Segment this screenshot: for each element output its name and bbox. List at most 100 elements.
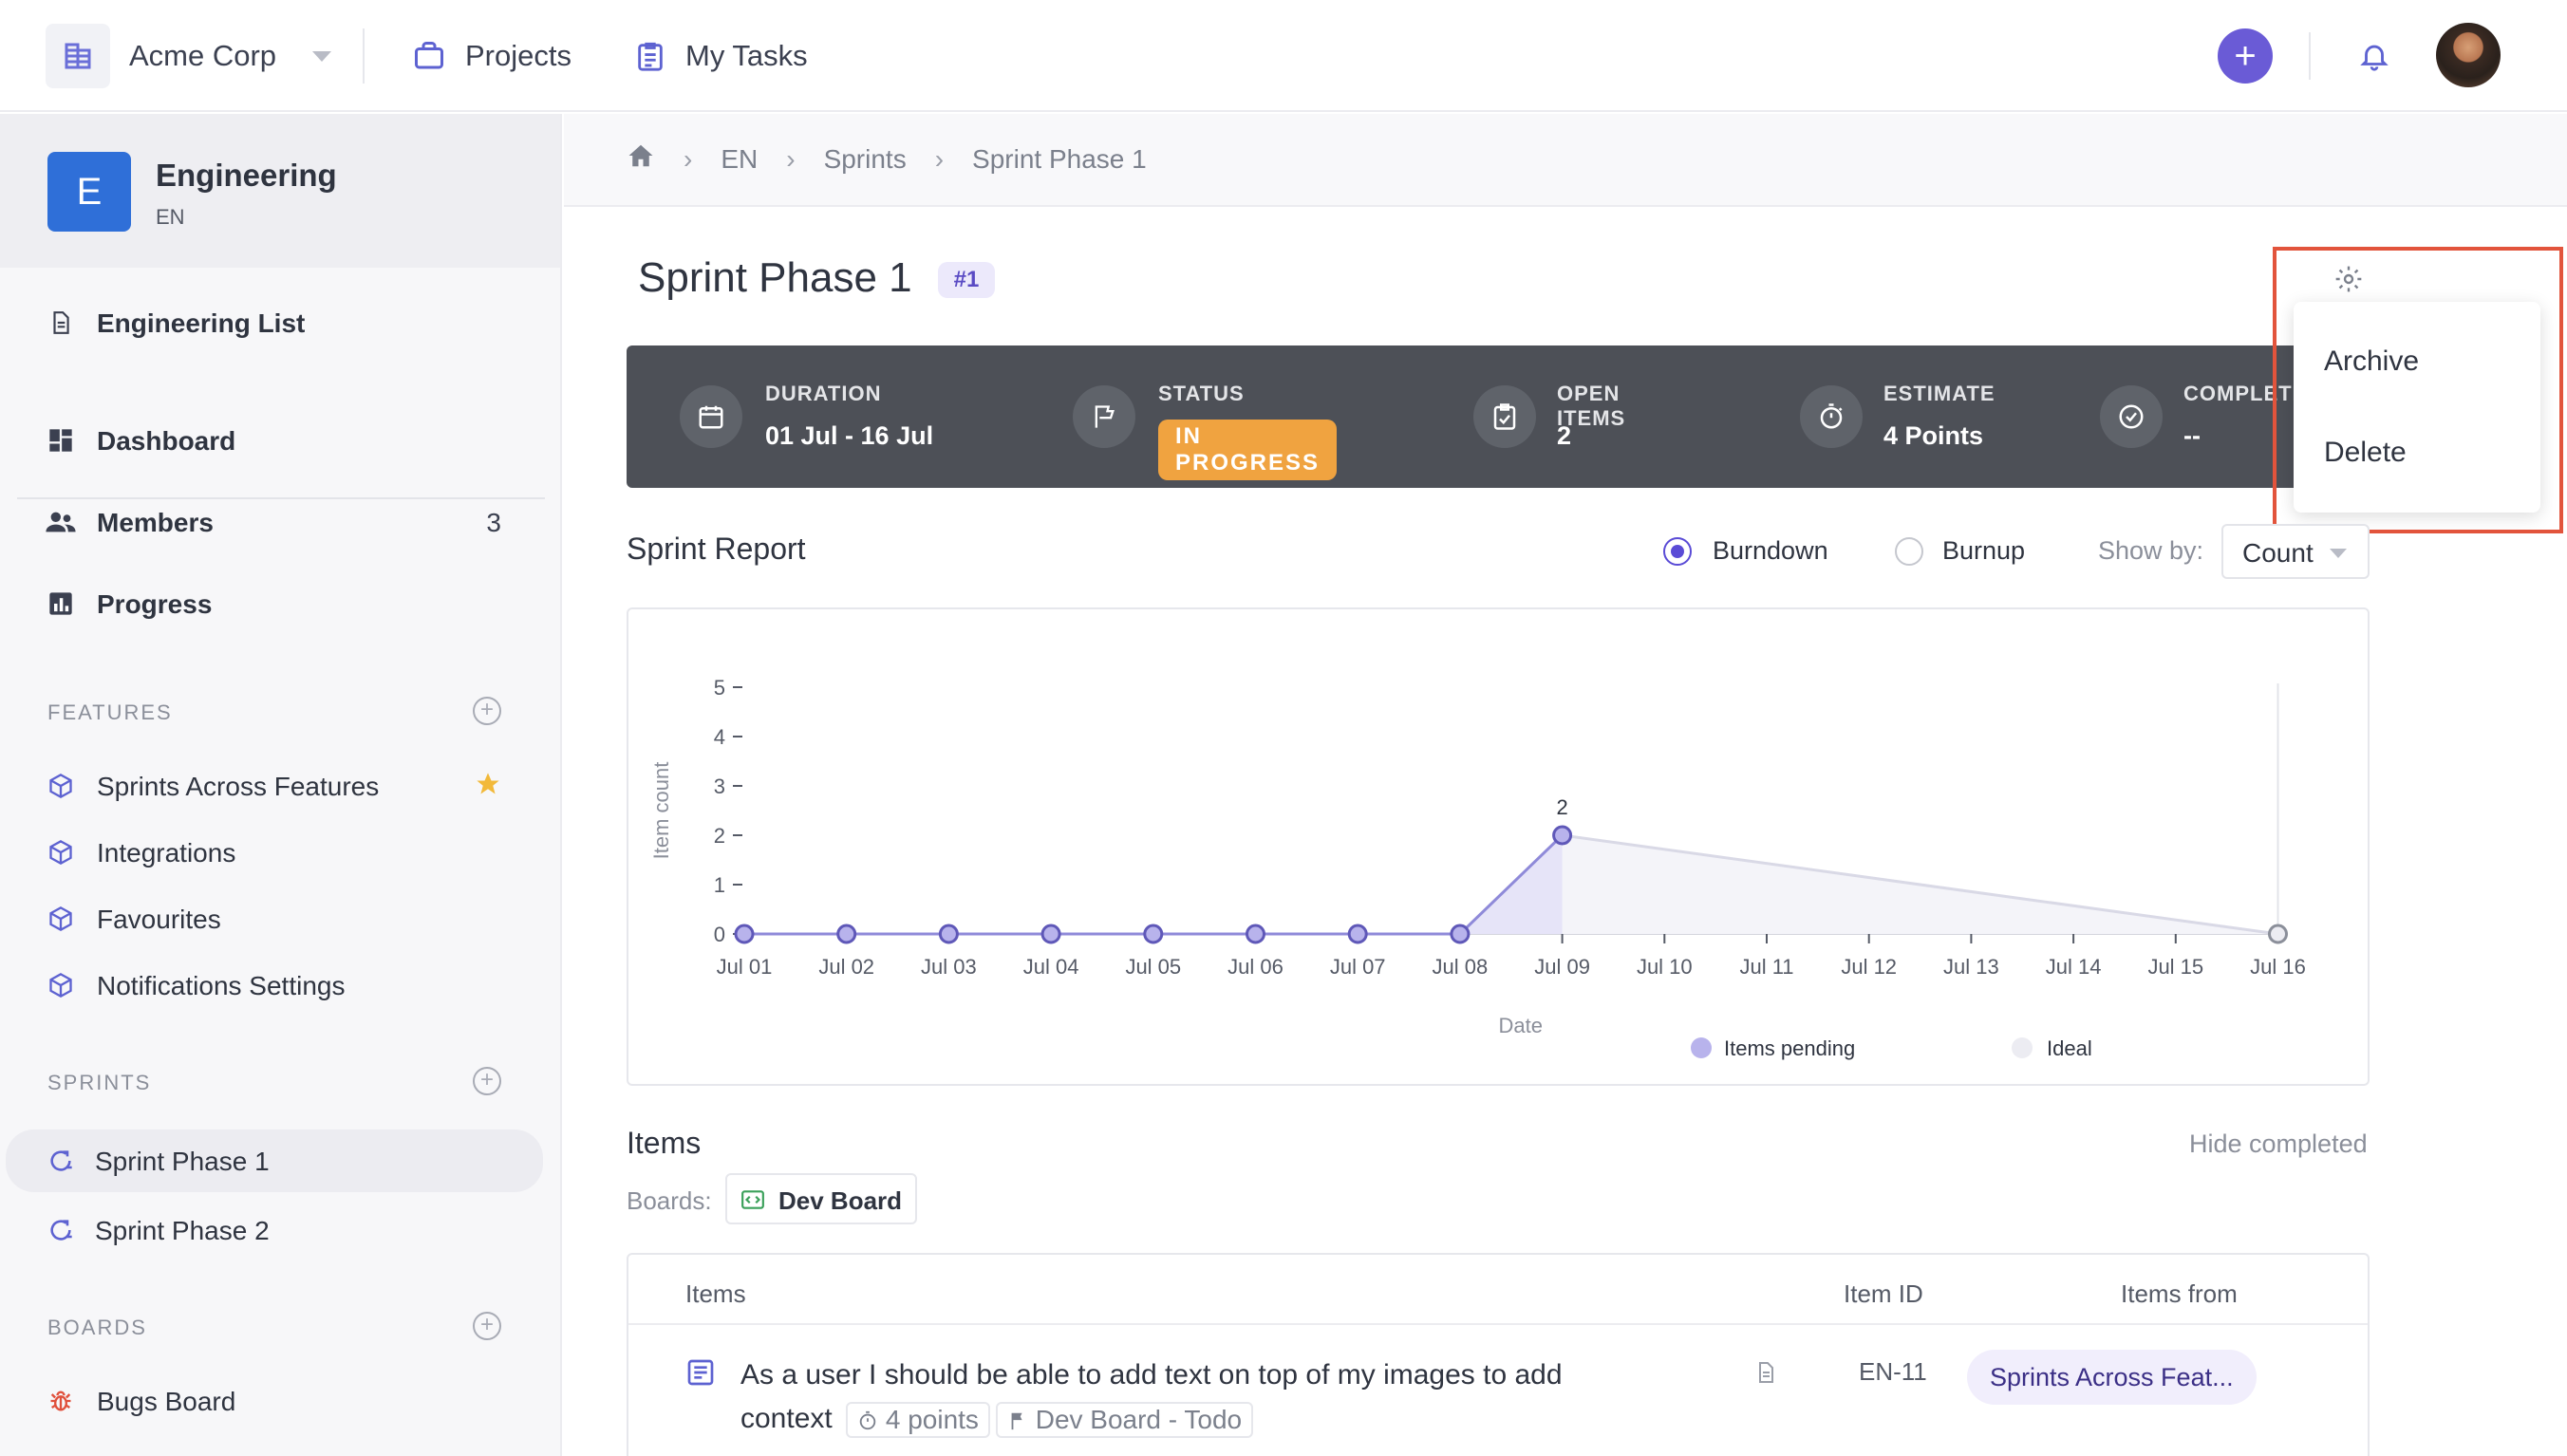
y-tick-label: 4 <box>714 725 725 749</box>
burndown-radio[interactable] <box>1663 537 1692 566</box>
sidebar-item-board[interactable]: Bugs Board <box>0 1372 560 1429</box>
burndown-label[interactable]: Burndown <box>1713 536 1828 566</box>
items-pending-point <box>1040 924 1061 944</box>
progress-chart-icon <box>46 588 76 619</box>
project-header[interactable]: E Engineering EN <box>0 114 560 268</box>
board-status-value: Dev Board - Todo <box>1035 1405 1243 1435</box>
sidebar-item-feature[interactable]: Integrations <box>0 824 560 881</box>
stat-value: -- <box>2183 421 2201 450</box>
chevron-down-icon <box>2330 549 2347 558</box>
star-icon[interactable] <box>475 771 501 804</box>
x-tick-label: Jul 07 <box>1330 955 1386 979</box>
sidebar-item-label: Progress <box>97 589 213 619</box>
show-by-select[interactable]: Count <box>2221 524 2370 579</box>
chevron-down-icon <box>312 50 332 62</box>
sidebar-item-label: Dashboard <box>97 426 236 456</box>
x-tick-label: Jul 14 <box>2046 955 2102 979</box>
items-from-badge[interactable]: Sprints Across Feat... <box>1967 1350 2257 1405</box>
sidebar-item-label: Integrations <box>97 838 236 868</box>
briefcase-icon <box>415 42 443 69</box>
project-avatar: E <box>47 152 131 232</box>
sidebar-item-progress[interactable]: Progress <box>0 575 560 632</box>
y-tick-label: 3 <box>714 775 725 798</box>
org-switcher[interactable]: Acme Corp <box>46 24 332 88</box>
stat-value: 01 Jul - 16 Jul <box>765 421 934 450</box>
column-header-items[interactable]: Items <box>685 1279 746 1309</box>
stat-label: STATUS <box>1158 382 1245 405</box>
member-count: 3 <box>486 508 501 537</box>
board-filter-chip[interactable]: Dev Board <box>725 1173 917 1224</box>
bell-icon[interactable] <box>2352 34 2396 78</box>
items-pending-point <box>938 924 959 944</box>
sidebar-item-feature[interactable]: Favourites <box>0 890 560 947</box>
x-tick-label: Jul 04 <box>1023 955 1079 979</box>
x-tick-label: Jul 02 <box>818 955 874 979</box>
sidebar-item-label: Sprint Phase 1 <box>95 1147 270 1176</box>
add-board-button[interactable]: + <box>473 1312 501 1340</box>
x-axis-label: Date <box>1499 1014 1543 1037</box>
nav-projects[interactable]: Projects <box>412 32 571 80</box>
home-icon[interactable] <box>627 142 655 176</box>
chart-canvas: 0 1 2 3 4 5 Item count Jul 01 Jul 02 Jul 03 Jul 04… <box>649 676 2306 1060</box>
sidebar-item-feature[interactable]: Notifications Settings <box>0 957 560 1014</box>
sidebar-item-sprint[interactable]: Sprint Phase 1 <box>6 1129 543 1192</box>
column-header-item-id[interactable]: Item ID <box>1844 1279 1923 1309</box>
board-icon <box>740 1188 765 1216</box>
x-tick-label: Jul 15 <box>2147 955 2203 979</box>
avatar[interactable] <box>2436 23 2501 87</box>
project-name: Engineering <box>156 158 337 193</box>
sidebar-item-feature[interactable]: Sprints Across Features <box>0 757 560 814</box>
flag-icon <box>1011 1412 1022 1430</box>
flag-icon <box>1073 385 1135 448</box>
x-tick-label: Jul 05 <box>1125 955 1181 979</box>
sidebar-item-members[interactable]: Members 3 <box>0 494 560 551</box>
add-sprint-button[interactable]: + <box>473 1067 501 1095</box>
item-title-cell[interactable]: As a user I should be able to add text o… <box>740 1353 1614 1441</box>
nav-my-tasks[interactable]: My Tasks <box>634 32 808 80</box>
x-tick-label: Jul 06 <box>1227 955 1284 979</box>
sidebar-item-label: Sprints Across Features <box>97 772 380 801</box>
sidebar-item-label: Bugs Board <box>97 1387 236 1416</box>
y-axis-label: Item count <box>649 762 673 860</box>
document-icon <box>1754 1359 1777 1391</box>
item-id: EN-11 <box>1859 1357 1927 1386</box>
sidebar-item-label: Members <box>97 508 214 537</box>
breadcrumb-item[interactable]: Sprints <box>824 144 907 175</box>
sprint-report-title: Sprint Report <box>627 532 806 566</box>
x-tick-label: Jul 13 <box>1943 955 1999 979</box>
status-badge: IN PROGRESS <box>1158 420 1338 480</box>
column-header-items-from[interactable]: Items from <box>2121 1279 2238 1309</box>
sidebar-item-sprint[interactable]: Sprint Phase 2 <box>0 1202 560 1259</box>
cube-icon <box>46 837 76 868</box>
y-tick-label: 1 <box>714 873 725 897</box>
add-button[interactable]: + <box>2218 28 2273 84</box>
y-tick-label: 0 <box>714 923 725 946</box>
x-tick-label: Jul 09 <box>1534 955 1590 979</box>
burnup-radio[interactable] <box>1895 537 1923 566</box>
sidebar-item-dashboard[interactable]: Dashboard <box>0 412 560 469</box>
divider <box>628 1323 2368 1325</box>
items-pending-point <box>1143 924 1164 944</box>
clipboard-icon <box>638 42 663 71</box>
items-pending-point <box>836 924 857 944</box>
sprint-stats-bar: DURATION 01 Jul - 16 Jul STATUS IN PROGR… <box>627 345 2364 488</box>
burnup-label[interactable]: Burnup <box>1942 536 2025 566</box>
items-table: Items Item ID Items from As a user I sho… <box>627 1253 2370 1456</box>
cube-icon <box>46 970 76 1000</box>
x-tick-label: Jul 16 <box>2250 955 2306 979</box>
section-title-features: FEATURES <box>47 700 173 724</box>
sidebar-item-engineering-list[interactable]: Engineering List <box>0 294 560 351</box>
legend-label-items-pending: Items pending <box>1724 1036 1855 1060</box>
x-tick-label: Jul 01 <box>717 955 773 979</box>
sidebar-item-label: Engineering List <box>97 308 306 338</box>
hide-completed-toggle[interactable]: Hide completed <box>2189 1129 2368 1159</box>
y-tick-label: 2 <box>714 824 725 848</box>
items-title: Items <box>627 1126 702 1160</box>
stopwatch-icon <box>1800 385 1863 448</box>
page-title: Sprint Phase 1 <box>638 254 912 301</box>
sidebar-item-label: Favourites <box>97 905 221 934</box>
breadcrumb-item[interactable]: EN <box>721 144 758 175</box>
add-feature-button[interactable]: + <box>473 697 501 725</box>
chevron-right-icon: › <box>684 143 693 174</box>
points-value: 4 points <box>885 1405 979 1435</box>
